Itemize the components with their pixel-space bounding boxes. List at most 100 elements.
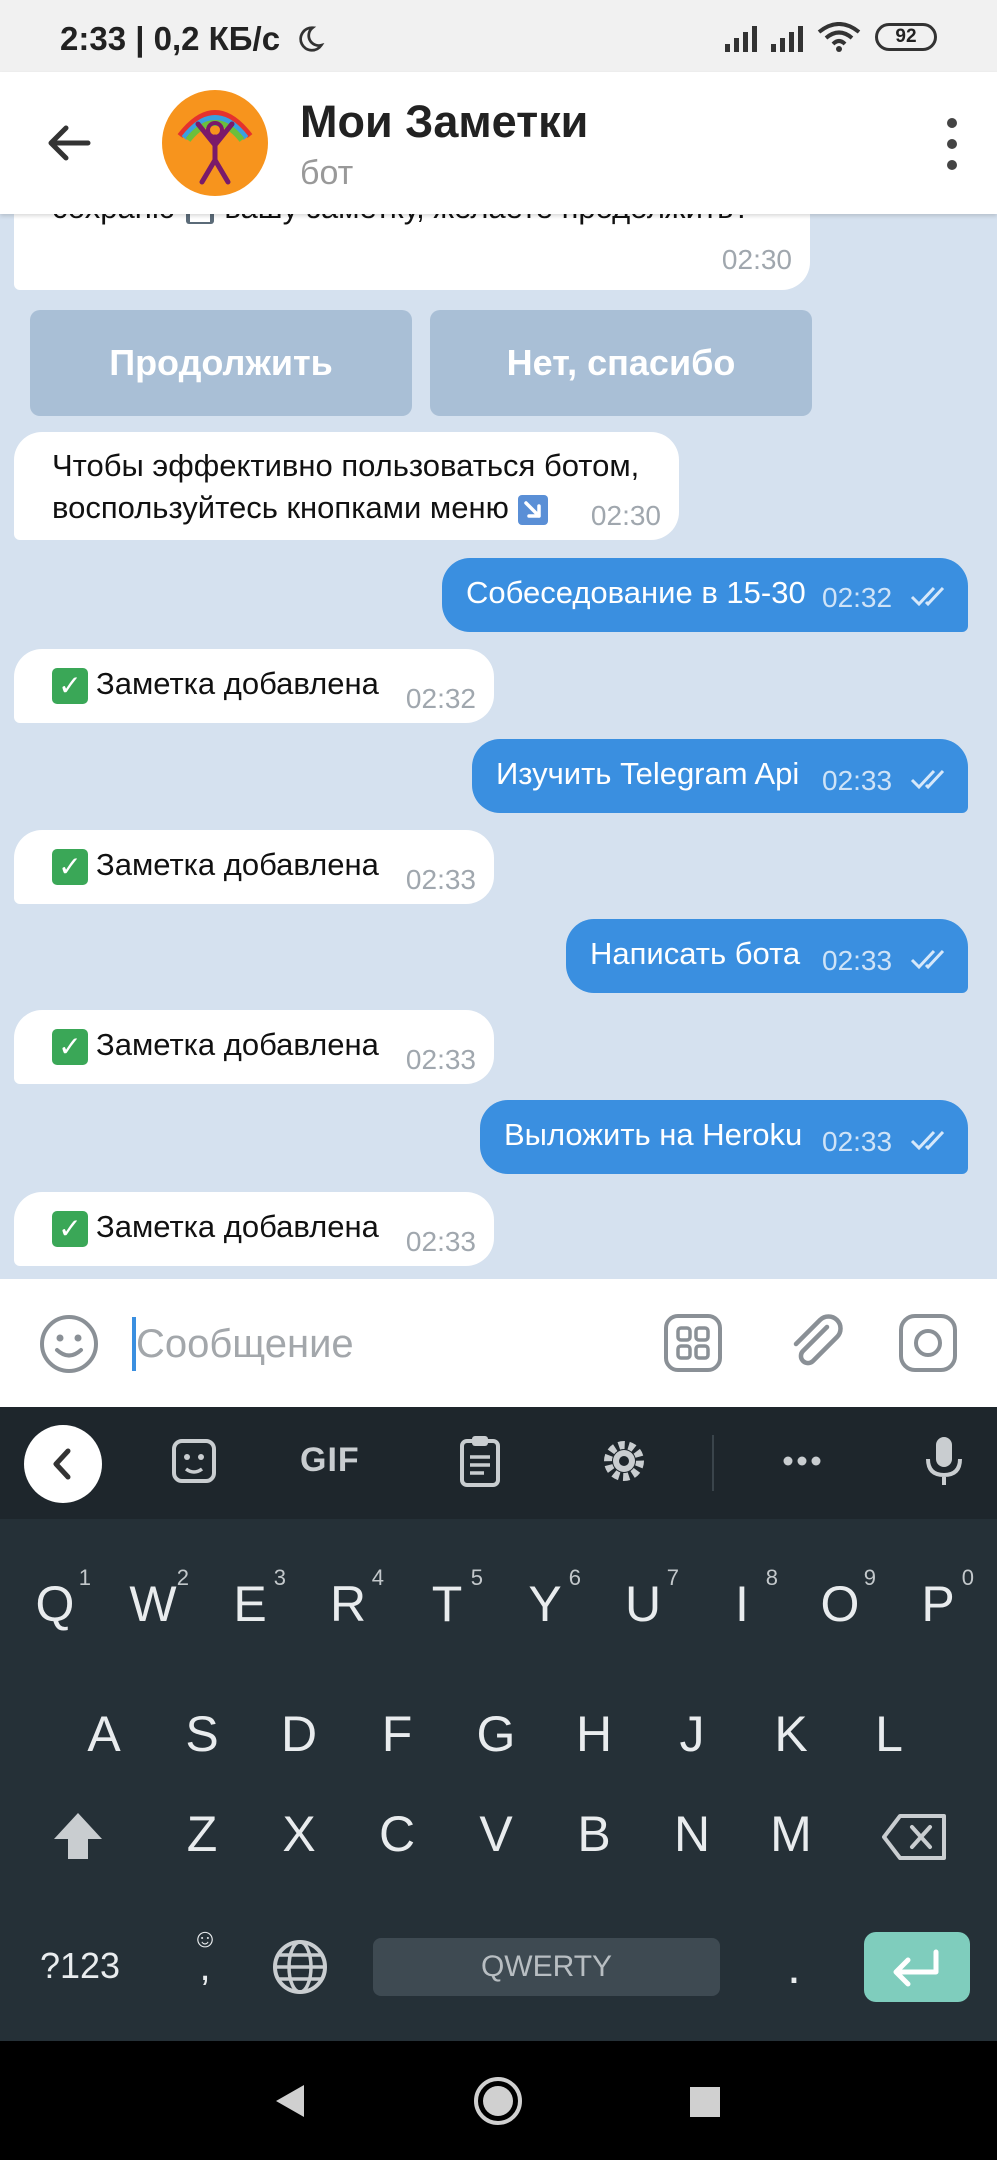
message-text: Написать бота [590,936,801,971]
key-label: T [431,1576,463,1632]
message-text: сохраню вашу заметку, желаете продолжить… [52,214,751,228]
message-text-part: Заметка добавлена [96,666,379,701]
settings-gear-icon[interactable] [592,1429,656,1493]
key-o[interactable]: O9 [800,1549,880,1659]
gif-button[interactable]: GIF [300,1441,360,1480]
message-text-part: Заметка добавлена [96,1027,379,1062]
key-s[interactable]: S [162,1679,242,1789]
key-w[interactable]: W2 [113,1549,193,1659]
collapse-toolbar-button[interactable] [24,1425,102,1503]
microphone-icon[interactable] [912,1429,976,1493]
continue-button[interactable]: Продолжить [30,310,412,416]
enter-key[interactable] [864,1932,970,2002]
key-d[interactable]: D [259,1679,339,1789]
message-time: 02:32 [822,582,893,613]
key-hint: 7 [666,1565,679,1590]
read-ticks-icon [910,1130,945,1151]
key-y[interactable]: Y6 [505,1549,585,1659]
read-ticks-icon [910,949,945,970]
back-arrow-icon[interactable] [44,118,94,168]
bot-menu-icon[interactable] [663,1313,723,1373]
key-k[interactable]: K [751,1679,831,1789]
emoji-comma-key[interactable]: ☺ , [180,1924,230,2004]
message-input[interactable] [132,1313,616,1375]
chevron-left-icon [53,1448,71,1480]
key-u[interactable]: U7 [603,1549,683,1659]
key-v[interactable]: V [456,1779,536,1889]
message-incoming: сохраню вашу заметку, желаете продолжить… [14,214,810,290]
key-l[interactable]: L [849,1679,929,1789]
message-outgoing: Написать бота 02:33 [566,919,968,993]
more-options-icon[interactable] [937,118,967,170]
globe-icon[interactable] [270,1937,330,1997]
system-nav-bar [0,2041,997,2160]
key-c[interactable]: C [357,1779,437,1889]
message-outgoing: Выложить на Heroku 02:33 [480,1100,968,1174]
checkmark-icon: ✓ [52,1210,88,1247]
key-hint: 9 [863,1565,876,1590]
toolbar-divider [712,1435,714,1491]
key-i[interactable]: I8 [702,1549,782,1659]
key-label: R [329,1576,367,1632]
keyboard: Q1 W2 E3 R4 T5 Y6 U7 I8 O9 P0 A S D F G … [0,1519,997,2041]
key-b[interactable]: B [554,1779,634,1889]
key-r[interactable]: R4 [308,1549,388,1659]
key-n[interactable]: N [652,1779,732,1889]
sticker-icon[interactable] [162,1429,226,1493]
symbols-key[interactable]: ?123 [30,1911,130,2021]
camera-icon[interactable] [898,1313,958,1373]
key-label: W [129,1576,177,1632]
message-incoming: ✓ Заметка добавлена 02:33 [14,830,494,904]
message-time: 02:30 [721,244,792,275]
message-text: ✓ Заметка добавлена [52,845,379,885]
period-key[interactable]: . [754,1911,834,2021]
key-g[interactable]: G [456,1679,536,1789]
nav-back-icon[interactable] [270,2081,310,2121]
message-text: Выложить на Heroku [504,1117,803,1152]
attach-icon[interactable] [783,1309,847,1373]
key-h[interactable]: H [554,1679,634,1789]
nav-home-icon[interactable] [472,2075,524,2127]
message-text: ✓ Заметка добавлена [52,664,379,704]
key-hint: 0 [961,1565,974,1590]
key-label: P [921,1576,955,1632]
message-time: 02:33 [822,945,893,976]
key-t[interactable]: T5 [407,1549,487,1659]
key-label: , [199,1945,211,1989]
no-thanks-button[interactable]: Нет, спасибо [430,310,812,416]
key-q[interactable]: Q1 [15,1549,95,1659]
key-e[interactable]: E3 [210,1549,290,1659]
arrow-down-right-icon [518,494,549,525]
more-horizontal-icon[interactable] [770,1429,834,1493]
shift-icon[interactable] [48,1807,108,1867]
key-label: U [624,1576,662,1632]
message-text: Чтобы эффективно пользоваться ботом, [52,448,640,483]
key-a[interactable]: A [64,1679,144,1789]
key-x[interactable]: X [259,1779,339,1889]
moon-icon [299,26,325,52]
read-ticks-icon [910,769,945,790]
key-hint: 3 [273,1565,286,1590]
message-incoming: ✓ Заметка добавлена 02:32 [14,649,494,723]
message-outgoing: Изучить Telegram Api 02:33 [472,739,968,813]
space-bar[interactable]: QWERTY [373,1938,720,1996]
message-text-part: сохраню [52,214,184,225]
bot-avatar[interactable] [162,90,268,196]
key-j[interactable]: J [652,1679,732,1789]
key-z[interactable]: Z [162,1779,242,1889]
message-time: 02:33 [822,765,893,796]
wifi-icon [817,22,861,52]
message-text: ✓ Заметка добавлена [52,1207,379,1247]
backspace-icon[interactable] [880,1812,950,1862]
nav-recents-icon[interactable] [688,2085,722,2119]
key-f[interactable]: F [357,1679,437,1789]
chat-title: Мои Заметки [300,96,589,147]
chat-messages[interactable]: сохраню вашу заметку, желаете продолжить… [0,214,997,1279]
key-m[interactable]: M [751,1779,831,1889]
key-p[interactable]: P0 [898,1549,978,1659]
clipboard-icon[interactable] [448,1429,512,1493]
emoji-icon[interactable] [38,1313,100,1375]
checkmark-icon: ✓ [52,667,88,704]
key-hint: 4 [371,1565,384,1590]
message-time: 02:33 [822,1126,893,1157]
